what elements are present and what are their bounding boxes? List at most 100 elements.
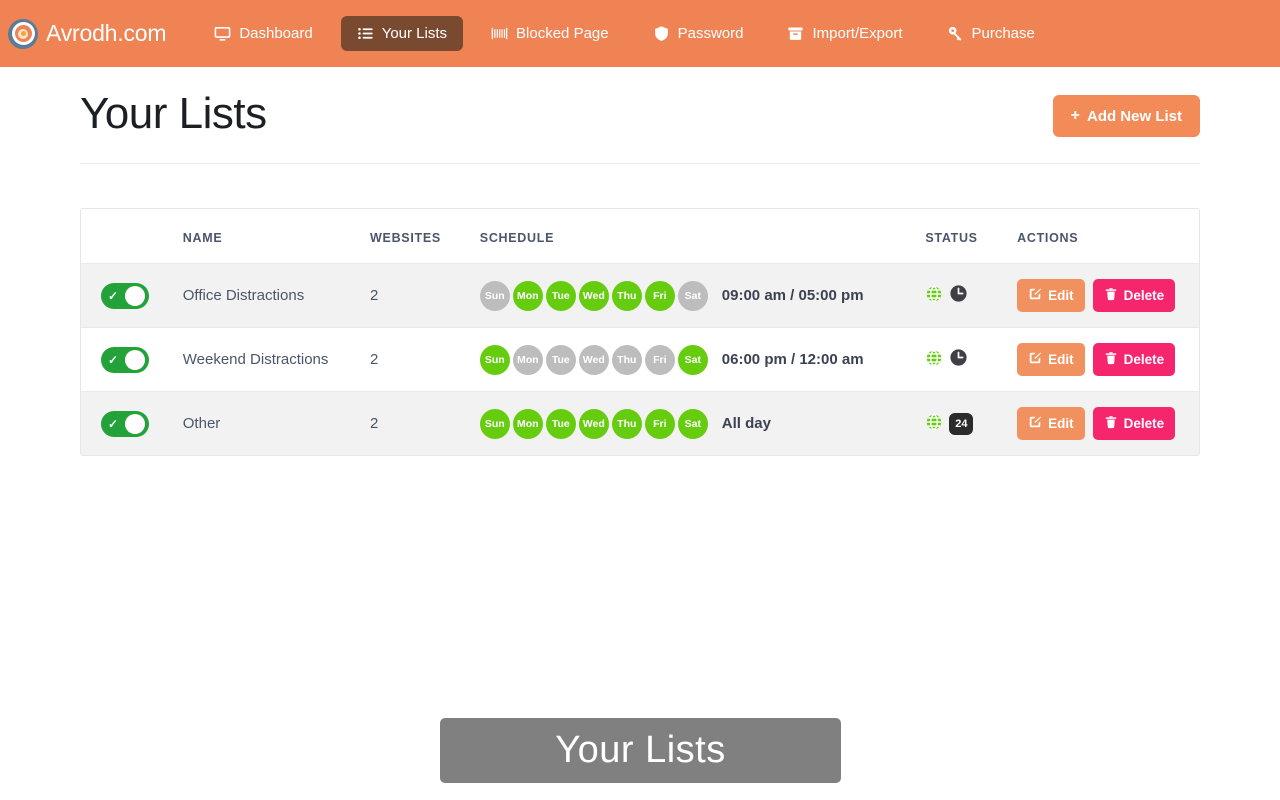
- th-status: STATUS: [925, 209, 1018, 264]
- day-pill-tue[interactable]: Tue: [545, 280, 576, 311]
- add-new-list-button[interactable]: + Add New List: [1052, 95, 1200, 137]
- trash-icon: [1104, 351, 1118, 368]
- nav-item-blocked-page[interactable]: Blocked Page: [475, 16, 625, 51]
- trash-icon: [1104, 287, 1118, 304]
- lists-table: NAME WEBSITES SCHEDULE STATUS ACTIONS ✓ …: [81, 209, 1199, 455]
- cell-schedule: Sun Mon Tue Wed Thu Fri Sat All day: [479, 392, 926, 456]
- day-pill-fri[interactable]: Fri: [644, 344, 675, 375]
- th-name: NAME: [182, 209, 371, 264]
- delete-label: Delete: [1123, 416, 1165, 431]
- plus-icon: +: [1070, 107, 1080, 124]
- cell-schedule: Sun Mon Tue Wed Thu Fri Sat 09:00 am / 05:00 p…: [479, 264, 926, 328]
- pencil-square-icon: [1028, 287, 1042, 304]
- schedule-time: 06:00 pm / 12:00 am: [721, 351, 864, 368]
- cell-actions: Edit Delete: [1017, 392, 1199, 456]
- page-title: Your Lists: [80, 89, 267, 138]
- day-pill-tue[interactable]: Tue: [545, 344, 576, 375]
- blocked-wall-icon: [491, 25, 508, 42]
- edit-label: Edit: [1048, 352, 1074, 367]
- cell-status: 24: [925, 392, 1017, 456]
- day-pill-sat[interactable]: Sat: [677, 280, 708, 311]
- cell-websites-count: 2: [370, 351, 379, 368]
- day-pill-sat[interactable]: Sat: [677, 408, 708, 439]
- cell-list-name: Weekend Distractions: [182, 351, 329, 368]
- brand-name: Avrodh.com: [46, 20, 167, 46]
- day-pill-fri[interactable]: Fri: [644, 280, 675, 311]
- nav-item-dashboard[interactable]: Dashboard: [198, 16, 328, 51]
- day-pill-mon[interactable]: Mon: [512, 280, 543, 311]
- table-row: ✓ Weekend Distractions 2 Sun Mon Tue Wed Thu Fr…: [81, 327, 1199, 392]
- cell-status: [925, 264, 1017, 328]
- add-new-list-label: Add New List: [1086, 107, 1182, 125]
- top-navbar: Avrodh.com Dashboard Your Lists Blocked …: [0, 0, 1280, 67]
- day-pill-sat[interactable]: Sat: [677, 344, 708, 375]
- day-pill-thu[interactable]: Thu: [611, 280, 642, 311]
- edit-label: Edit: [1048, 288, 1074, 303]
- brand-logo-link[interactable]: Avrodh.com: [8, 18, 167, 49]
- day-pill-sun[interactable]: Sun: [479, 408, 510, 439]
- day-pill-mon[interactable]: Mon: [512, 408, 543, 439]
- table-row: ✓ Office Distractions 2 Sun Mon Tue Wed Thu Fri…: [81, 263, 1199, 328]
- enable-toggle[interactable]: ✓: [101, 410, 149, 437]
- day-pill-fri[interactable]: Fri: [644, 408, 675, 439]
- globe-icon: [925, 413, 943, 435]
- page-header: Your Lists + Add New List: [80, 77, 1200, 164]
- day-pill-tue[interactable]: Tue: [545, 408, 576, 439]
- nav-label: Password: [677, 25, 744, 42]
- table-head: NAME WEBSITES SCHEDULE STATUS ACTIONS: [81, 209, 1199, 264]
- toggle-knob: [125, 285, 145, 306]
- day-pill-mon[interactable]: Mon: [512, 344, 543, 375]
- delete-button[interactable]: Delete: [1092, 407, 1176, 440]
- nav-item-purchase[interactable]: Purchase: [931, 16, 1051, 51]
- lists-table-container: NAME WEBSITES SCHEDULE STATUS ACTIONS ✓ …: [80, 208, 1200, 456]
- page-content: Your Lists + Add New List NAME WEBSITES …: [80, 67, 1200, 456]
- edit-button[interactable]: Edit: [1017, 279, 1085, 312]
- cell-actions: Edit Delete: [1017, 328, 1199, 392]
- trash-icon: [1104, 415, 1118, 432]
- cell-websites-count: 2: [370, 287, 379, 304]
- clock-icon: [949, 348, 968, 371]
- day-pill-thu[interactable]: Thu: [611, 344, 642, 375]
- schedule-time: 09:00 am / 05:00 pm: [721, 287, 864, 304]
- key-icon: [947, 25, 964, 42]
- day-pill-sun[interactable]: Sun: [479, 280, 510, 311]
- day-pills: Sun Mon Tue Wed Thu Fri Sat: [479, 408, 708, 439]
- table-header-row: NAME WEBSITES SCHEDULE STATUS ACTIONS: [81, 209, 1199, 264]
- enable-toggle[interactable]: ✓: [101, 282, 149, 309]
- edit-button[interactable]: Edit: [1017, 407, 1085, 440]
- check-icon: ✓: [108, 416, 119, 431]
- delete-label: Delete: [1123, 288, 1165, 303]
- clock-icon: [949, 284, 968, 307]
- enable-toggle[interactable]: ✓: [101, 346, 149, 373]
- day-pill-sun[interactable]: Sun: [479, 344, 510, 375]
- monitor-icon: [214, 25, 231, 42]
- cell-list-name: Office Distractions: [182, 287, 305, 304]
- day-pill-thu[interactable]: Thu: [611, 408, 642, 439]
- table-body: ✓ Office Distractions 2 Sun Mon Tue Wed Thu Fri…: [81, 263, 1199, 456]
- cell-list-name: Other: [182, 415, 221, 432]
- th-enabled: [81, 209, 183, 264]
- check-icon: ✓: [108, 288, 119, 303]
- pencil-square-icon: [1028, 415, 1042, 432]
- nav-label: Import/Export: [812, 25, 903, 42]
- nav-label: Your Lists: [381, 25, 448, 42]
- status-badge: 24: [949, 412, 974, 435]
- nav-item-your-lists[interactable]: Your Lists: [340, 16, 464, 51]
- cell-enabled: ✓: [81, 392, 183, 456]
- check-icon: ✓: [108, 352, 119, 367]
- day-pill-wed[interactable]: Wed: [578, 280, 609, 311]
- nav-item-password[interactable]: Password: [637, 16, 760, 51]
- nav-item-import-export[interactable]: Import/Export: [771, 16, 918, 51]
- day-pill-wed[interactable]: Wed: [578, 408, 609, 439]
- edit-button[interactable]: Edit: [1017, 343, 1085, 376]
- day-pill-wed[interactable]: Wed: [578, 344, 609, 375]
- delete-button[interactable]: Delete: [1092, 279, 1176, 312]
- list-icon: [357, 25, 374, 42]
- nav-label: Blocked Page: [516, 25, 609, 42]
- shield-icon: [653, 25, 670, 42]
- toggle-knob: [125, 413, 145, 434]
- cell-actions: Edit Delete: [1017, 264, 1199, 328]
- nav-label: Dashboard: [239, 25, 313, 42]
- delete-button[interactable]: Delete: [1092, 343, 1176, 376]
- delete-label: Delete: [1123, 352, 1165, 367]
